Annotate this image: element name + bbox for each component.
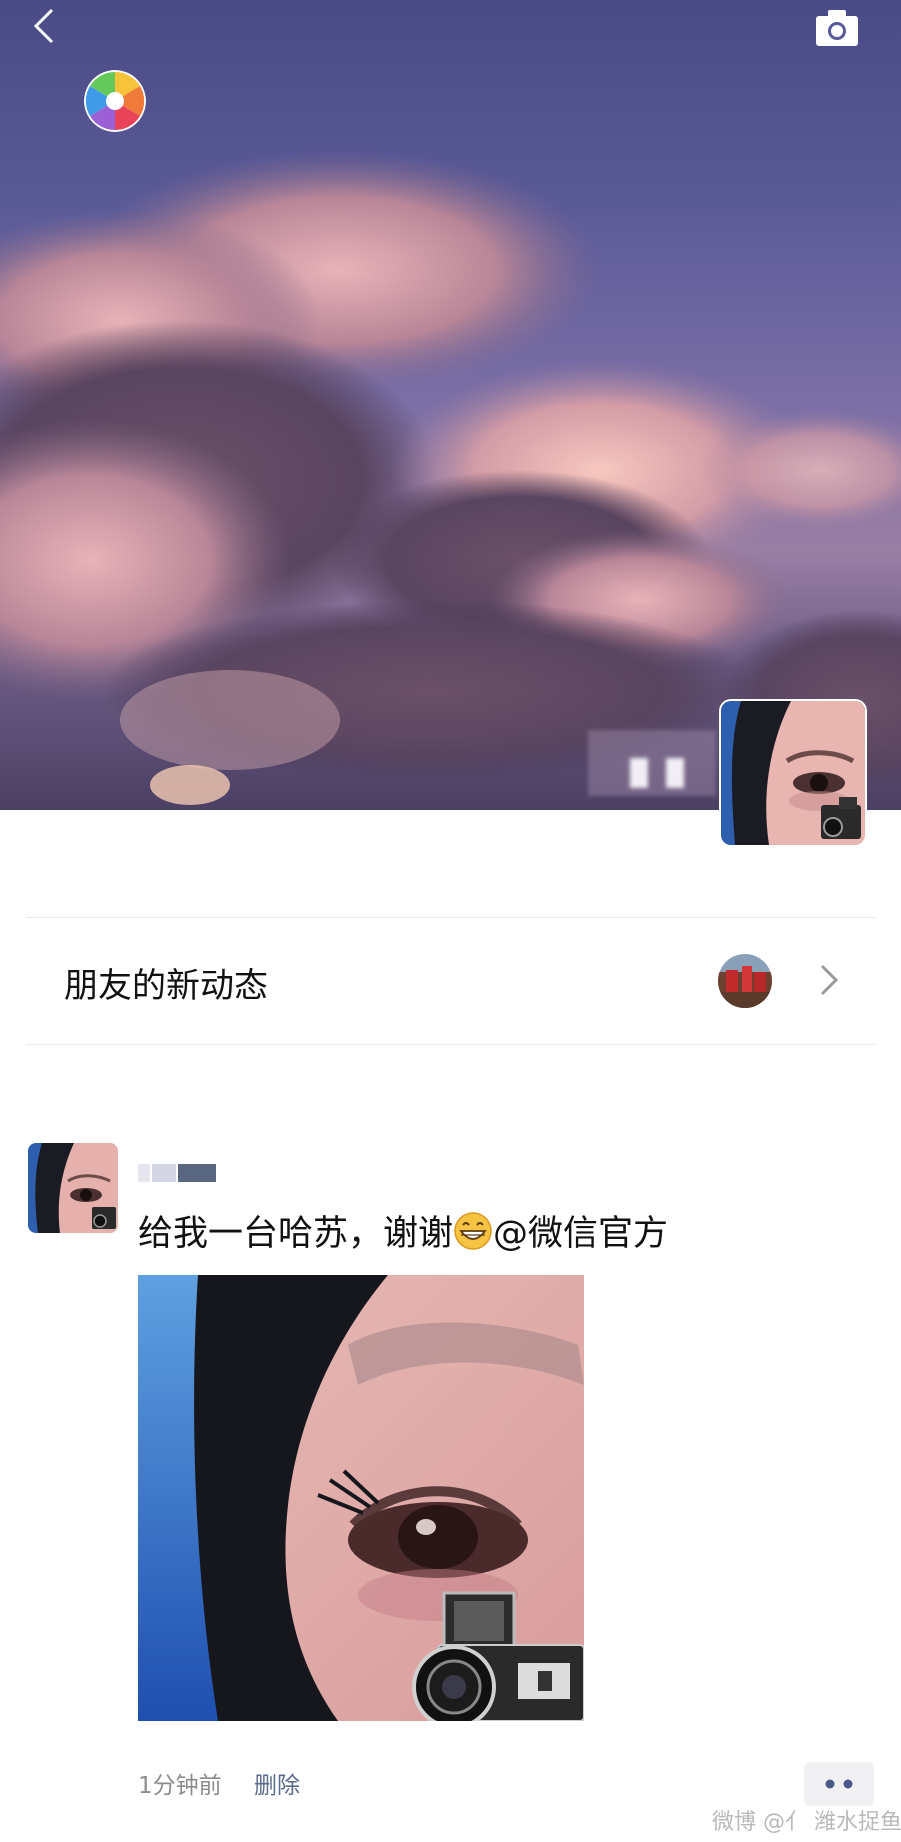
watermark-text: 微博 @亻 潍水捉鱼 <box>712 1810 901 1835</box>
friends-activity-label: 朋友的新动态 <box>64 966 268 1006</box>
post-mention[interactable]: @微信官方 <box>493 1214 668 1254</box>
aperture-logo-icon <box>84 70 146 132</box>
more-dots-icon <box>825 1779 853 1789</box>
chevron-right-icon <box>820 964 839 996</box>
blurred-username <box>588 730 716 796</box>
back-button[interactable] <box>26 2 62 50</box>
camera-icon <box>816 10 858 46</box>
camera-button[interactable] <box>812 6 862 50</box>
friends-new-activity-row[interactable]: 朋友的新动态 <box>26 918 875 1044</box>
selfie-eye-image <box>721 701 865 845</box>
selfie-eye-image <box>28 1143 118 1233</box>
post-timestamp: 1分钟前 <box>138 1773 222 1799</box>
post-author-avatar[interactable] <box>28 1143 118 1233</box>
delete-post-link[interactable]: 删除 <box>254 1766 300 1800</box>
divider <box>26 1044 875 1045</box>
post-content: 给我一台哈苏，谢谢 @微信官方 <box>138 1205 668 1256</box>
more-actions-button[interactable] <box>804 1762 874 1806</box>
selfie-eye-hasselblad-image <box>138 1275 584 1721</box>
post-author-name-blurred[interactable] <box>138 1162 218 1184</box>
chevron-left-icon <box>33 8 54 44</box>
profile-avatar[interactable] <box>721 701 865 845</box>
post-text: 给我一台哈苏，谢谢 <box>138 1214 454 1254</box>
grinning-face-emoji-icon <box>454 1212 492 1250</box>
cover-photo[interactable] <box>0 0 901 810</box>
friend-avatar <box>718 954 772 1008</box>
post-photo[interactable] <box>138 1275 584 1721</box>
